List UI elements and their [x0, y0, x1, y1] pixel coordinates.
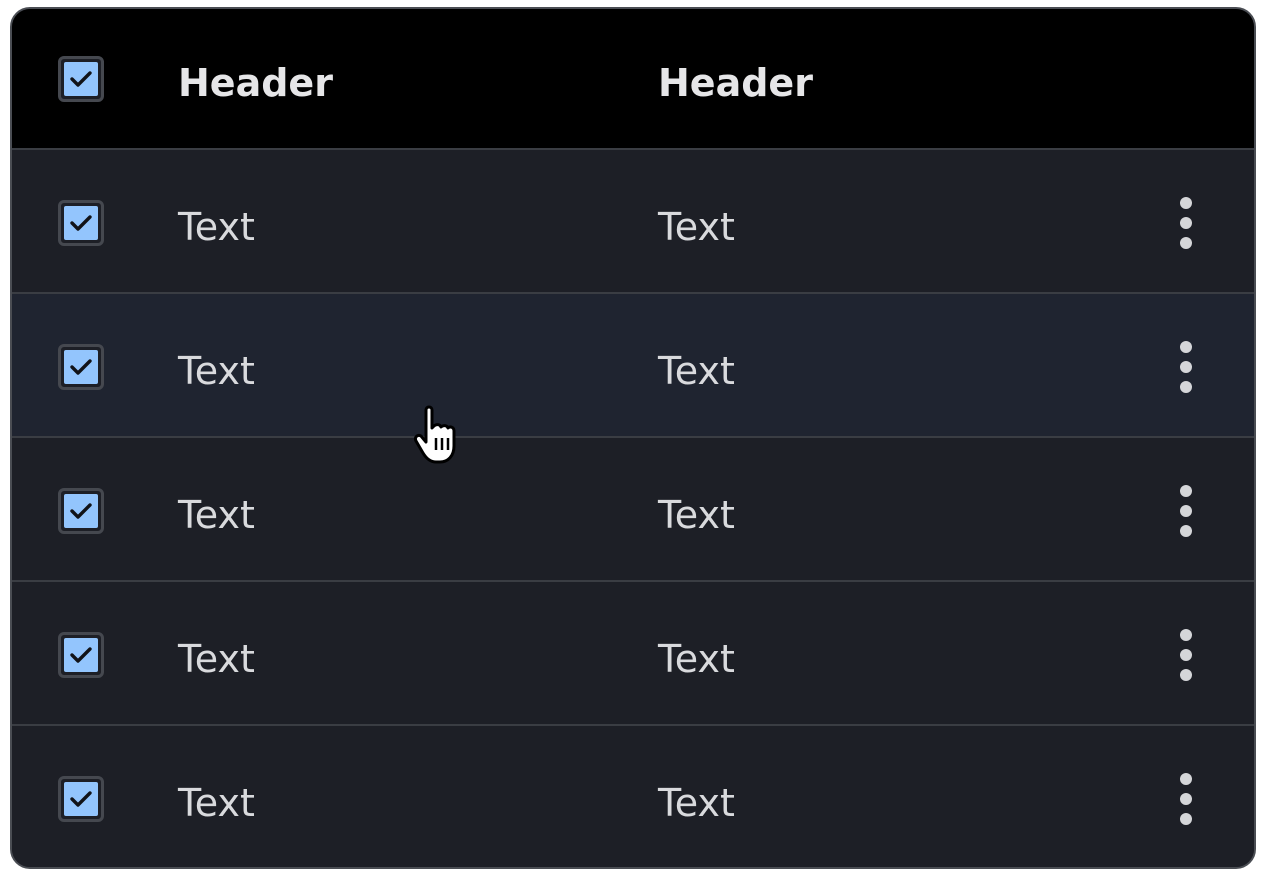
kebab-menu-icon[interactable]	[1172, 195, 1200, 251]
checkmark-icon	[70, 791, 92, 807]
table-row[interactable]: Text Text	[12, 438, 1254, 582]
table-row[interactable]: Text Text	[12, 294, 1254, 438]
row-checkbox[interactable]	[58, 200, 104, 246]
table-row[interactable]: Text Text	[12, 150, 1254, 294]
table-cell: Text	[658, 493, 735, 537]
table-row[interactable]: Text Text	[12, 582, 1254, 726]
checkmark-icon	[70, 215, 92, 231]
table-header-row: Header Header	[12, 9, 1254, 150]
row-checkbox[interactable]	[58, 488, 104, 534]
column-header[interactable]: Header	[178, 64, 333, 102]
data-table: Header Header Text Text Text Text Text T…	[10, 7, 1256, 869]
table-cell: Text	[658, 637, 735, 681]
table-cell: Text	[178, 205, 255, 249]
checkmark-icon	[70, 359, 92, 375]
checkmark-icon	[70, 503, 92, 519]
kebab-menu-icon[interactable]	[1172, 771, 1200, 827]
table-cell: Text	[658, 349, 735, 393]
row-checkbox[interactable]	[58, 776, 104, 822]
kebab-menu-icon[interactable]	[1172, 627, 1200, 683]
kebab-menu-icon[interactable]	[1172, 483, 1200, 539]
table-cell: Text	[178, 781, 255, 825]
checkmark-icon	[70, 71, 92, 87]
row-checkbox[interactable]	[58, 344, 104, 390]
table-cell: Text	[658, 781, 735, 825]
row-checkbox[interactable]	[58, 632, 104, 678]
table-row[interactable]: Text Text	[12, 726, 1254, 867]
table-cell: Text	[178, 637, 255, 681]
table-cell: Text	[658, 205, 735, 249]
table-cell: Text	[178, 493, 255, 537]
column-header[interactable]: Header	[658, 64, 813, 102]
checkmark-icon	[70, 647, 92, 663]
table-cell: Text	[178, 349, 255, 393]
select-all-checkbox[interactable]	[58, 56, 104, 102]
kebab-menu-icon[interactable]	[1172, 339, 1200, 395]
